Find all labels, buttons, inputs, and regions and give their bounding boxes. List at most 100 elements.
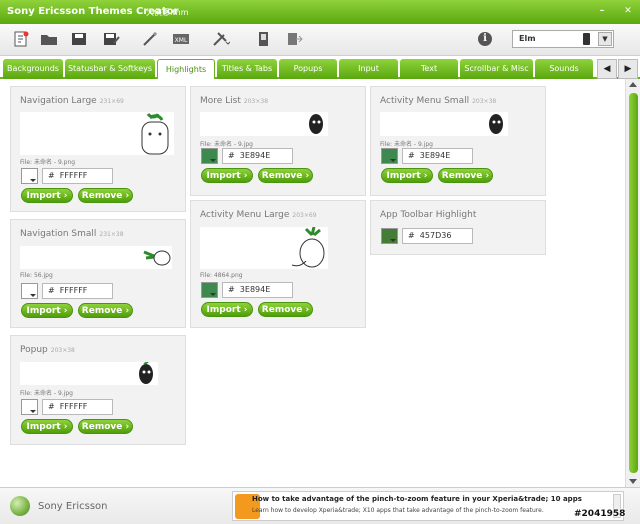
panel-title: App Toolbar Highlight [380,210,477,220]
remove-button[interactable]: Remove › [78,419,133,434]
footer: Sony Ericsson How to take advantage of t… [0,487,640,524]
remove-button[interactable]: Remove › [258,302,313,317]
color-swatch[interactable] [21,399,38,415]
scrollbar-thumb[interactable] [629,93,638,473]
panel-navigation-small: Navigation Small 231×38 File: 56.jpg # FF… [10,219,186,328]
panel-size: 231×38 [99,231,124,238]
import-button[interactable]: Import › [201,302,253,317]
save-icon[interactable] [70,31,88,47]
remove-button[interactable]: Remove › [258,168,313,183]
file-label: File: 未命名 - 9.png [20,159,76,166]
panel-popup: Popup 203×38 File: 未命名 - 9.jpg # FFFFFF I… [10,335,186,445]
remove-button[interactable]: Remove › [438,168,493,183]
panel-size: 231×69 [99,98,124,105]
image-preview[interactable] [20,112,174,155]
file-label: File: 4864.png [200,272,243,279]
import-button[interactable]: Import › [201,168,253,183]
sony-ericsson-logo-icon [10,496,30,516]
file-label: File: 56.jpg [20,272,53,279]
open-folder-icon[interactable] [40,31,58,47]
tab-input[interactable]: Input [339,59,398,79]
title-bar: Sony Ericsson Themes Creator 大侠患.thm – ✕ [0,0,640,24]
panel-title: Activity Menu Large [200,210,290,220]
radish-character-icon [143,250,171,266]
file-label: File: 未命名 - 9.jpg [380,141,433,148]
image-preview[interactable] [200,226,328,269]
color-hex-input[interactable]: # 457D36 [402,228,473,244]
phone-preview-icon[interactable] [254,31,272,47]
scroll-down-icon[interactable] [629,479,637,484]
panel-size: 203×38 [472,98,497,105]
dark-character-icon [309,114,323,134]
image-preview[interactable] [200,112,328,136]
color-hex-input[interactable]: # FFFFFF [42,399,113,415]
remove-button[interactable]: Remove › [78,303,133,318]
news-ticker[interactable]: How to take advantage of the pinch-to-zo… [232,491,624,521]
image-preview[interactable] [20,246,172,269]
tab-text[interactable]: Text [400,59,458,79]
magic-wand-icon[interactable] [141,31,159,47]
tab-titles-tabs[interactable]: Titles & Tabs [217,59,277,79]
import-button[interactable]: Import › [21,188,73,203]
theme-select[interactable]: Elm ▼ [512,30,614,48]
radish-character-icon [291,226,325,268]
tab-highlights[interactable]: Highlights [157,59,215,79]
panel-more-list: More List 203×38 File: 未命名 - 9.jpg # 3E89… [190,86,366,196]
panel-title: Popup [20,345,48,355]
toolbar: XML i Elm ▼ [0,24,640,56]
chevron-down-icon[interactable]: ▼ [598,32,612,46]
color-swatch[interactable] [381,148,398,164]
color-hex-input[interactable]: # 3E894E [402,148,473,164]
color-swatch[interactable] [381,228,398,244]
color-swatch[interactable] [21,283,38,299]
info-icon[interactable]: i [478,32,492,46]
tab-scroll-right-icon[interactable]: ▶ [618,59,638,79]
panel-navigation-large: Navigation Large 231×69 File: 未命名 - 9.png… [10,86,186,212]
color-swatch[interactable] [201,148,218,164]
color-hex-input[interactable]: # FFFFFF [42,168,113,184]
color-hex-input[interactable]: # 3E894E [222,282,293,298]
vertical-scrollbar[interactable] [625,79,640,487]
news-title[interactable]: How to take advantage of the pinch-to-zo… [252,495,582,503]
panel-size: 203×38 [243,98,269,105]
panel-activity-menu-small: Activity Menu Small 203×38 File: 未命名 - 9.… [370,86,546,196]
tab-sounds[interactable]: Sounds [535,59,593,79]
panel-title: Navigation Large [20,96,97,106]
color-swatch[interactable] [21,168,38,184]
tab-statusbar-softkeys[interactable]: Statusbar & Softkeys [65,59,155,79]
panel-size: 203×38 [50,347,75,354]
color-swatch[interactable] [201,282,218,298]
close-icon[interactable]: ✕ [622,5,634,17]
new-file-icon[interactable] [12,31,30,47]
color-hex-input[interactable]: # FFFFFF [42,283,113,299]
panel-title: Activity Menu Small [380,96,470,106]
file-label: File: 未命名 - 9.jpg [200,141,253,148]
tab-popups[interactable]: Popups [279,59,337,79]
dark-character-icon [139,361,153,384]
import-button[interactable]: Import › [21,419,73,434]
panel-size: 203×69 [292,212,317,219]
svg-text:XML: XML [175,37,188,44]
import-button[interactable]: Import › [381,168,433,183]
theme-select-value: Elm [519,34,536,43]
dark-character-icon [489,114,503,134]
panel-app-toolbar-highlight: App Toolbar Highlight # 457D36 [370,200,546,255]
send-to-phone-icon[interactable] [286,31,304,47]
tab-scrollbar-misc[interactable]: Scrollbar & Misc [460,59,533,79]
tab-backgrounds[interactable]: Backgrounds [3,59,63,79]
scroll-up-icon[interactable] [629,82,637,87]
save-as-icon[interactable] [102,31,120,47]
brand-name: Sony Ericsson [38,501,108,512]
image-preview[interactable] [20,361,158,385]
phone-icon [583,33,590,45]
highlights-content: Navigation Large 231×69 File: 未命名 - 9.png… [0,79,625,487]
file-label: File: 未命名 - 9.jpg [20,390,73,397]
image-preview[interactable] [380,112,508,136]
import-button[interactable]: Import › [21,303,73,318]
tools-icon[interactable] [212,31,231,47]
minimize-icon[interactable]: – [596,5,608,17]
color-hex-input[interactable]: # 3E894E [222,148,293,164]
xml-export-icon[interactable]: XML [172,31,190,47]
remove-button[interactable]: Remove › [78,188,133,203]
tab-scroll-left-icon[interactable]: ◀ [597,59,617,79]
